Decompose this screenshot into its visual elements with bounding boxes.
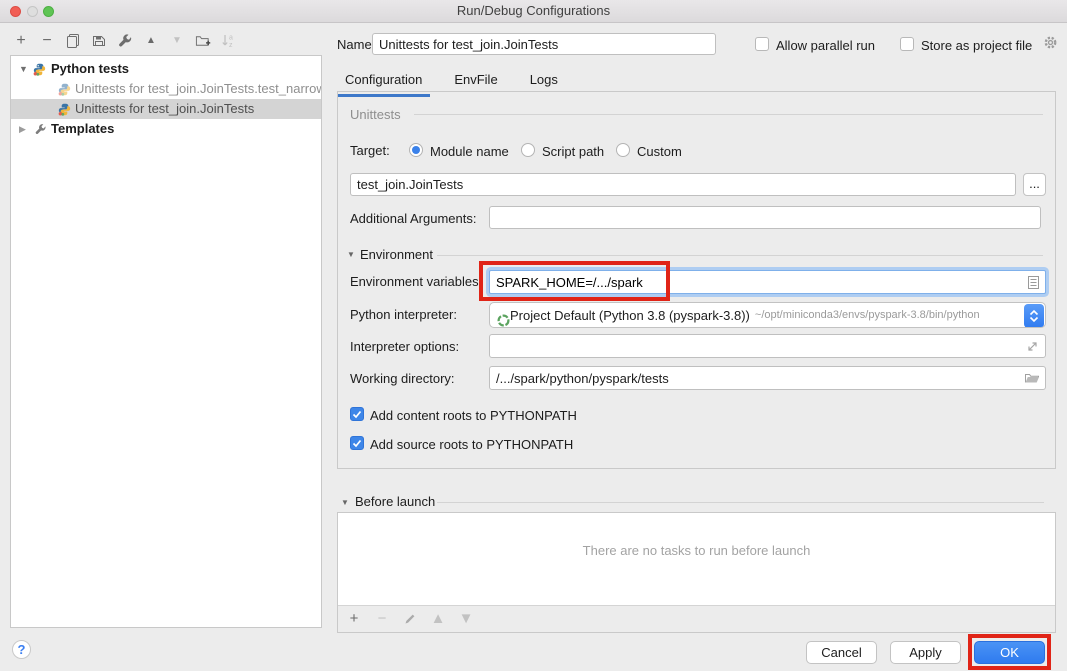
close-button[interactable] — [10, 6, 21, 17]
svg-text:z: z — [229, 42, 233, 49]
copy-configuration-icon[interactable] — [65, 33, 81, 49]
radio-script-path[interactable] — [521, 143, 535, 157]
tree-item-label: Templates — [51, 119, 114, 139]
working-directory-input[interactable] — [489, 366, 1046, 390]
move-down-icon[interactable]: ▼ — [169, 33, 185, 49]
target-label: Target: — [350, 143, 390, 158]
environment-variables-field[interactable] — [489, 270, 1046, 294]
chevron-down-icon[interactable]: ▼ — [19, 59, 28, 79]
environment-section-label[interactable]: Environment — [360, 247, 433, 262]
radio-module-name[interactable] — [409, 143, 423, 157]
add-source-roots-label: Add source roots to PYTHONPATH — [370, 437, 573, 452]
tree-item-label: Python tests — [51, 59, 129, 79]
templates-wrench-icon — [34, 122, 47, 142]
name-input[interactable] — [372, 33, 716, 55]
combo-spinner-icon[interactable] — [1024, 304, 1044, 328]
remove-configuration-icon[interactable]: − — [39, 33, 55, 49]
allow-parallel-run-label: Allow parallel run — [776, 38, 875, 53]
env-vars-list-icon[interactable] — [1027, 275, 1040, 295]
store-as-project-file-label: Store as project file — [921, 38, 1032, 53]
chevron-right-icon[interactable]: ▶ — [19, 119, 26, 139]
remove-task-icon[interactable]: − — [374, 611, 390, 627]
tree-item-label: Unittests for test_join.JoinTests — [75, 99, 254, 119]
radio-script-path-label: Script path — [542, 144, 604, 159]
tree-item-templates[interactable]: ▶ Templates — [11, 119, 321, 139]
before-launch-empty-text: There are no tasks to run before launch — [338, 543, 1055, 558]
tree-item-unittests-jointests[interactable]: Unittests for test_join.JoinTests — [11, 99, 321, 119]
before-launch-divider — [437, 502, 1044, 503]
before-launch-panel: There are no tasks to run before launch … — [337, 512, 1056, 633]
before-launch-toolbar: + − ▲ ▼ — [338, 605, 1055, 632]
additional-arguments-input[interactable] — [489, 206, 1041, 229]
python-interpreter-value: Project Default (Python 3.8 (pyspark-3.8… — [510, 308, 750, 323]
unittests-group-title: Unittests — [350, 107, 401, 122]
environment-collapse-icon[interactable]: ▼ — [347, 250, 355, 259]
before-launch-section-label[interactable]: Before launch — [355, 494, 435, 509]
allow-parallel-run-checkbox[interactable] — [755, 37, 769, 51]
environment-variables-input[interactable] — [490, 271, 1045, 293]
edit-task-pencil-icon[interactable] — [402, 611, 418, 627]
group-divider — [414, 114, 1043, 115]
title-bar: Run/Debug Configurations — [0, 0, 1067, 23]
folder-icon[interactable] — [1024, 371, 1040, 390]
radio-custom-label: Custom — [637, 144, 682, 159]
minimize-button[interactable] — [27, 6, 38, 17]
window-title: Run/Debug Configurations — [0, 0, 1067, 22]
browse-button[interactable]: ... — [1023, 173, 1046, 196]
tree-item-label: Unittests for test_join.JoinTests.test_n… — [75, 79, 322, 99]
add-source-roots-checkbox[interactable] — [350, 436, 364, 450]
configurations-tree: ▼ Python tests Unittests for test_join.J… — [10, 55, 322, 628]
cancel-button[interactable]: Cancel — [806, 641, 877, 664]
move-task-down-icon[interactable]: ▼ — [458, 611, 474, 627]
add-task-icon[interactable]: + — [346, 611, 362, 627]
radio-module-name-label: Module name — [430, 144, 509, 159]
move-up-icon[interactable]: ▲ — [143, 33, 159, 49]
radio-custom[interactable] — [616, 143, 630, 157]
save-configuration-icon[interactable] — [91, 33, 107, 49]
python-interpreter-path: ~/opt/miniconda3/envs/pyspark-3.8/bin/py… — [755, 309, 980, 321]
module-name-input[interactable] — [350, 173, 1016, 196]
interpreter-options-input[interactable] — [489, 334, 1046, 358]
svg-text:a: a — [229, 35, 233, 42]
python-interpreter-label: Python interpreter: — [350, 307, 457, 322]
zoom-button[interactable] — [43, 6, 54, 17]
tree-item-unittests-test-narrow[interactable]: Unittests for test_join.JoinTests.test_n… — [11, 79, 321, 99]
environment-divider — [437, 255, 1043, 256]
conda-env-icon — [496, 313, 511, 328]
environment-variables-label: Environment variables: — [350, 274, 482, 289]
before-launch-collapse-icon[interactable]: ▼ — [341, 498, 349, 507]
tree-item-python-tests[interactable]: ▼ Python tests — [11, 59, 321, 79]
sort-configurations-icon[interactable]: az — [221, 33, 237, 49]
interpreter-options-label: Interpreter options: — [350, 339, 459, 354]
gear-icon[interactable] — [1043, 35, 1058, 55]
new-folder-icon[interactable] — [195, 33, 211, 49]
expand-field-icon[interactable] — [1026, 340, 1039, 358]
additional-arguments-label: Additional Arguments: — [350, 211, 476, 226]
add-content-roots-label: Add content roots to PYTHONPATH — [370, 408, 577, 423]
store-as-project-file-checkbox[interactable] — [900, 37, 914, 51]
name-label: Name: — [337, 37, 375, 52]
apply-button[interactable]: Apply — [890, 641, 961, 664]
configurations-toolbar: + − ▲ ▼ az — [13, 31, 237, 51]
add-content-roots-checkbox[interactable] — [350, 407, 364, 421]
working-directory-label: Working directory: — [350, 371, 455, 386]
edit-templates-icon[interactable] — [117, 33, 133, 49]
move-task-up-icon[interactable]: ▲ — [430, 611, 446, 627]
ok-button[interactable]: OK — [974, 641, 1045, 664]
configuration-panel: Unittests Target: Module name Script pat… — [337, 91, 1056, 469]
python-interpreter-combo[interactable]: Project Default (Python 3.8 (pyspark-3.8… — [489, 302, 1046, 328]
add-configuration-icon[interactable]: + — [13, 33, 29, 49]
help-button[interactable]: ? — [12, 640, 31, 659]
